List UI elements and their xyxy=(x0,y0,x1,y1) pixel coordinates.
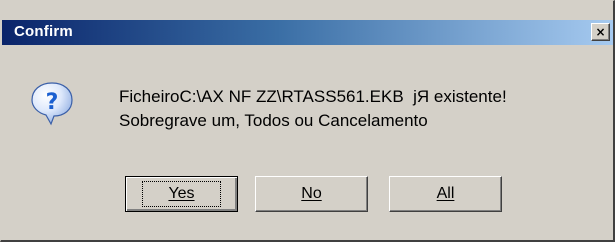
no-button[interactable]: No xyxy=(255,176,368,212)
dialog-body: ? FicheiroC:\AX NF ZZ\RTASS561.EKB jЯ ex… xyxy=(2,45,613,241)
message-line-1: FicheiroC:\AX NF ZZ\RTASS561.EKB jЯ exis… xyxy=(119,87,507,106)
question-mark-glyph: ? xyxy=(46,90,59,115)
close-button[interactable]: × xyxy=(591,23,610,41)
close-icon: × xyxy=(595,25,606,39)
yes-button[interactable]: Yes xyxy=(125,176,238,212)
yes-button-label: Yes xyxy=(142,181,221,207)
confirm-dialog: Confirm × ? FicheiroC:\AX NF ZZ\RTASS561… xyxy=(0,0,615,242)
all-button-label: All xyxy=(436,185,455,202)
confirm-message: FicheiroC:\AX NF ZZ\RTASS561.EKB jЯ exis… xyxy=(119,85,507,133)
dialog-title: Confirm xyxy=(14,23,73,40)
all-button[interactable]: All xyxy=(389,176,502,212)
no-button-label: No xyxy=(301,185,322,202)
title-bar[interactable]: Confirm × xyxy=(2,20,613,45)
message-line-2: Sobregrave um, Todos ou Cancelamento xyxy=(119,111,428,130)
question-icon: ? xyxy=(31,82,73,126)
